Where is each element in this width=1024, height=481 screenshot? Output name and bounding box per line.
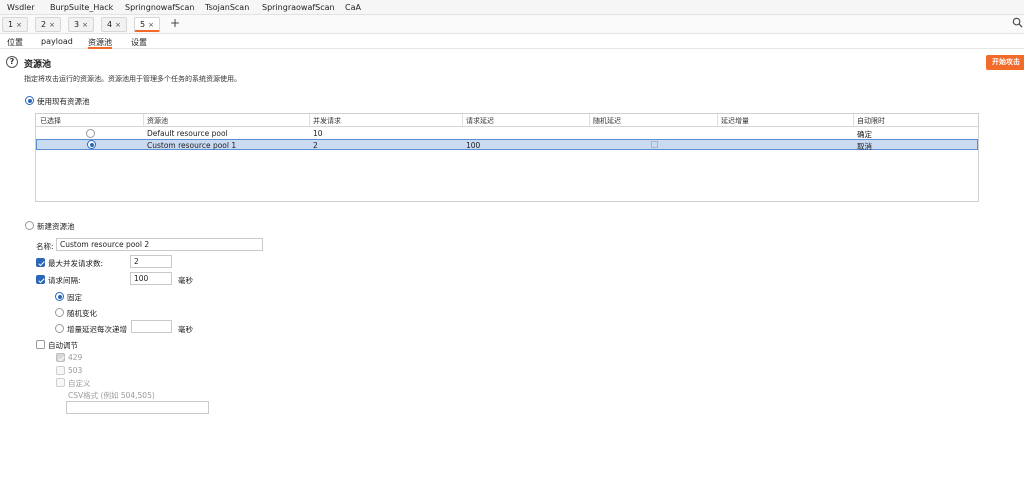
request-interval-input[interactable]: 100 [130,272,172,285]
random-interval-radio[interactable] [55,308,64,317]
attack-tab-1[interactable]: 1 × [2,17,28,32]
pool-name-input[interactable]: Custom resource pool 2 [56,238,263,251]
ext-tab-tsojanscan[interactable]: TsojanScan [205,3,249,12]
auto-throttle-label: 自动调节 [48,341,78,350]
search-icon[interactable] [1012,17,1023,28]
attack-tab-3[interactable]: 3 × [68,17,94,32]
tab-label: 4 [107,20,113,29]
ext-tab-caa[interactable]: CaA [345,3,361,12]
subtab-resource-pool[interactable]: 资源池 [88,37,112,49]
tab-label: 3 [74,20,80,29]
tab-label: 1 [8,20,14,29]
increment-interval-radio[interactable] [55,324,64,333]
column-header[interactable]: 资源池 [147,116,168,126]
csv-codes-input[interactable] [66,401,209,414]
section-description: 指定将攻击运行的资源池。资源池用于管理多个任务的系统资源使用。 [24,75,241,83]
attack-tab-4[interactable]: 4 × [101,17,127,32]
close-icon[interactable]: × [49,21,55,29]
extension-tab-bar: Wsdler BurpSuite_Hack SpringnowafScan Ts… [0,0,1024,15]
add-tab-button[interactable]: + [170,16,180,30]
increment-input[interactable] [131,320,172,333]
pool-name-cell: Custom resource pool 1 [147,141,237,150]
intruder-subtab-row: 位置 payload 资源池 设置 [0,34,1024,49]
fixed-interval-radio[interactable] [55,292,64,301]
resource-pool-table: 已选择 资源池 并发请求 请求延迟 随机延迟 延迟增量 自动限时 Default… [35,113,979,202]
use-existing-pool-label: 使用现有资源池 [37,97,90,106]
new-pool-radio[interactable] [25,221,34,230]
random-delay-checkbox[interactable] [651,141,658,148]
column-header[interactable]: 请求延迟 [466,116,494,126]
new-pool-label: 新建资源池 [37,222,75,231]
ext-tab-wsdler[interactable]: Wsdler [7,3,35,12]
name-label: 名称: [36,242,54,251]
subtab-settings[interactable]: 设置 [131,37,147,48]
request-interval-label: 请求间隔: [48,276,81,285]
column-header[interactable]: 并发请求 [313,116,341,126]
start-attack-button[interactable]: 开始攻击 [986,55,1024,70]
column-header[interactable]: 自动限时 [857,116,885,126]
fixed-interval-label: 固定 [67,293,82,302]
interval-unit-label: 毫秒 [178,276,193,285]
attack-tab-2[interactable]: 2 × [35,17,61,32]
use-existing-pool-radio[interactable] [25,96,34,105]
close-icon[interactable]: × [148,21,154,29]
attack-tab-row: 1 × 2 × 3 × 4 × 5 × + [0,15,1024,34]
help-icon[interactable]: ? [6,56,18,68]
csv-format-label: CSV格式 (例如 504,505) [68,391,155,400]
concurrent-cell: 10 [313,129,323,138]
custom-code-label: 自定义 [68,379,91,388]
auto-cell: 取消 [857,142,872,151]
random-interval-label: 随机变化 [67,309,97,318]
table-row[interactable]: Default resource pool 10 确定 [36,128,978,139]
code-503-checkbox[interactable] [56,366,65,375]
max-concurrent-input[interactable]: 2 [130,255,172,268]
close-icon[interactable]: × [16,21,22,29]
attack-tab-5[interactable]: 5 × [134,17,160,32]
max-concurrent-checkbox[interactable] [36,258,45,267]
section-title: 资源池 [24,60,52,70]
table-row[interactable]: Custom resource pool 1 2 100 取消 [36,139,978,151]
subtab-payload[interactable]: payload [41,37,73,46]
code-503-label: 503 [68,366,83,375]
pool-name-cell: Default resource pool [147,129,228,138]
tab-label: 2 [41,20,47,29]
custom-code-checkbox[interactable] [56,378,65,387]
table-header: 已选择 资源池 并发请求 请求延迟 随机延迟 延迟增量 自动限时 [36,114,978,127]
code-429-checkbox[interactable] [56,353,65,362]
row-select-radio[interactable] [86,129,95,138]
ext-tab-springnowafscan[interactable]: SpringnowafScan [125,3,195,12]
close-icon[interactable]: × [82,21,88,29]
tab-label: 5 [140,20,146,29]
concurrent-cell: 2 [313,141,318,150]
close-icon[interactable]: × [115,21,121,29]
ext-tab-burpsuite-hack[interactable]: BurpSuite_Hack [50,3,113,12]
column-header[interactable]: 已选择 [40,116,61,126]
column-header[interactable]: 随机延迟 [593,116,621,126]
column-header[interactable]: 延迟增量 [721,116,749,126]
auto-throttle-checkbox[interactable] [36,340,45,349]
request-interval-checkbox[interactable] [36,275,45,284]
max-concurrent-label: 最大并发请求数: [48,259,104,268]
row-select-radio[interactable] [87,140,96,149]
ext-tab-springraowafscan[interactable]: SpringraowafScan [262,3,335,12]
increment-unit-label: 毫秒 [178,325,193,334]
subtab-positions[interactable]: 位置 [7,37,23,48]
increment-interval-label: 增量延迟每次递增 [67,325,127,334]
code-429-label: 429 [68,353,83,362]
delay-cell: 100 [466,141,481,150]
